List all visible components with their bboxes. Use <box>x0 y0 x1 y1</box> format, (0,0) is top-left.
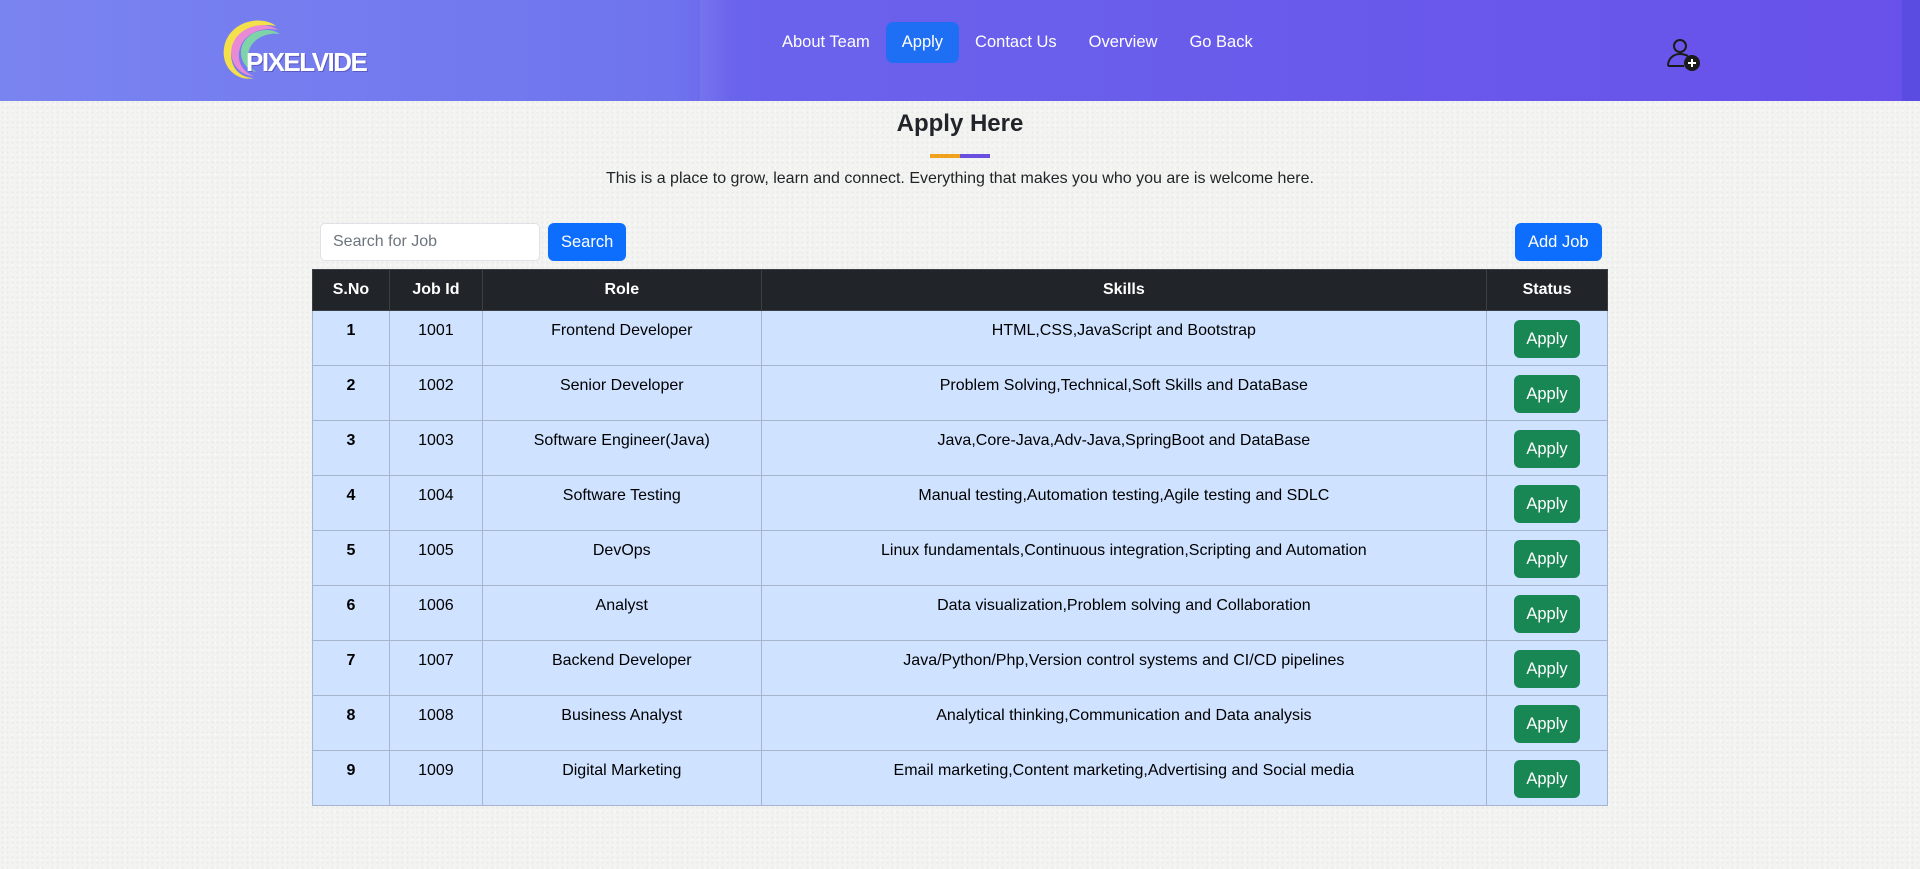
user-add-icon[interactable] <box>1666 36 1702 72</box>
table-row: 5 1005 DevOps Linux fundamentals,Continu… <box>312 530 1608 586</box>
nav-overview[interactable]: Overview <box>1073 22 1174 63</box>
cell-sno: 8 <box>312 695 390 751</box>
underline-orange <box>930 154 960 158</box>
cell-job-id: 1002 <box>388 365 483 421</box>
cell-role: Software Engineer(Java) <box>481 420 762 476</box>
search-input[interactable] <box>320 223 540 261</box>
apply-button[interactable]: Apply <box>1514 705 1580 743</box>
cell-job-id: 1005 <box>388 530 483 586</box>
apply-button[interactable]: Apply <box>1514 540 1580 578</box>
cell-role: DevOps <box>481 530 762 586</box>
cell-role: Digital Marketing <box>481 750 762 806</box>
nav-apply[interactable]: Apply <box>885 22 960 63</box>
brand-logo[interactable]: PIXELVIDE <box>220 16 370 86</box>
navbar: PIXELVIDE About Team Apply Contact Us Ov… <box>0 0 1920 101</box>
apply-button[interactable]: Apply <box>1514 375 1580 413</box>
nav-about-team[interactable]: About Team <box>766 22 886 63</box>
add-job-button[interactable]: Add Job <box>1515 223 1602 261</box>
apply-button[interactable]: Apply <box>1514 430 1580 468</box>
table-row: 8 1008 Business Analyst Analytical think… <box>312 695 1608 751</box>
cell-skills: Problem Solving,Technical,Soft Skills an… <box>760 365 1488 421</box>
table-row: 9 1009 Digital Marketing Email marketing… <box>312 750 1608 806</box>
apply-button[interactable]: Apply <box>1514 760 1580 798</box>
cell-sno: 5 <box>312 530 390 586</box>
column-header-job-id: Job Id <box>388 269 483 311</box>
table-row: 2 1002 Senior Developer Problem Solving,… <box>312 365 1608 421</box>
brand-name: PIXELVIDE <box>246 47 368 77</box>
table-row: 6 1006 Analyst Data visualization,Proble… <box>312 585 1608 641</box>
cell-job-id: 1006 <box>388 585 483 641</box>
cell-role: Software Testing <box>481 475 762 531</box>
nav-go-back[interactable]: Go Back <box>1173 22 1268 63</box>
cell-job-id: 1003 <box>388 420 483 476</box>
page-subtitle: This is a place to grow, learn and conne… <box>606 170 1314 187</box>
cell-status: Apply <box>1486 695 1608 751</box>
cell-status: Apply <box>1486 310 1608 366</box>
apply-button[interactable]: Apply <box>1514 595 1580 633</box>
cell-skills: Analytical thinking,Communication and Da… <box>760 695 1488 751</box>
cell-sno: 4 <box>312 475 390 531</box>
cell-job-id: 1007 <box>388 640 483 696</box>
table-row: 3 1003 Software Engineer(Java) Java,Core… <box>312 420 1608 476</box>
apply-button[interactable]: Apply <box>1514 650 1580 688</box>
cell-skills: Data visualization,Problem solving and C… <box>760 585 1488 641</box>
cell-skills: Java,Core-Java,Adv-Java,SpringBoot and D… <box>760 420 1488 476</box>
apply-button[interactable]: Apply <box>1514 485 1580 523</box>
cell-skills: Java/Python/Php,Version control systems … <box>760 640 1488 696</box>
cell-status: Apply <box>1486 530 1608 586</box>
cell-job-id: 1001 <box>388 310 483 366</box>
search-button[interactable]: Search <box>548 223 627 261</box>
cell-status: Apply <box>1486 640 1608 696</box>
cell-job-id: 1008 <box>388 695 483 751</box>
column-header-sno: S.No <box>312 269 390 311</box>
cell-sno: 9 <box>312 750 390 806</box>
table-row: 4 1004 Software Testing Manual testing,A… <box>312 475 1608 531</box>
cell-sno: 7 <box>312 640 390 696</box>
page-title: Apply Here <box>896 110 1024 137</box>
table-row: 7 1007 Backend Developer Java/Python/Php… <box>312 640 1608 696</box>
cell-role: Senior Developer <box>481 365 762 421</box>
nav-contact-us[interactable]: Contact Us <box>959 22 1073 63</box>
cell-status: Apply <box>1486 585 1608 641</box>
cell-skills: Manual testing,Automation testing,Agile … <box>760 475 1488 531</box>
cell-role: Backend Developer <box>481 640 762 696</box>
nav-links: About Team Apply Contact Us Overview Go … <box>766 22 1269 63</box>
cell-job-id: 1004 <box>388 475 483 531</box>
cell-sno: 3 <box>312 420 390 476</box>
column-header-skills: Skills <box>760 269 1488 311</box>
column-header-role: Role <box>481 269 762 311</box>
table-header-row: S.No Job Id Role Skills Status <box>312 269 1608 311</box>
cell-role: Business Analyst <box>481 695 762 751</box>
cell-status: Apply <box>1486 750 1608 806</box>
cell-skills: Email marketing,Content marketing,Advert… <box>760 750 1488 806</box>
cell-role: Frontend Developer <box>481 310 762 366</box>
column-header-status: Status <box>1486 269 1608 311</box>
cell-skills: HTML,CSS,JavaScript and Bootstrap <box>760 310 1488 366</box>
cell-job-id: 1009 <box>388 750 483 806</box>
cell-sno: 2 <box>312 365 390 421</box>
cell-role: Analyst <box>481 585 762 641</box>
title-underline <box>930 154 990 158</box>
cell-skills: Linux fundamentals,Continuous integratio… <box>760 530 1488 586</box>
apply-button[interactable]: Apply <box>1514 320 1580 358</box>
underline-purple <box>960 154 990 158</box>
table-row: 1 1001 Frontend Developer HTML,CSS,JavaS… <box>312 310 1608 366</box>
cell-status: Apply <box>1486 420 1608 476</box>
cell-sno: 6 <box>312 585 390 641</box>
cell-status: Apply <box>1486 365 1608 421</box>
jobs-table: S.No Job Id Role Skills Status 1 1001 Fr… <box>312 269 1608 806</box>
cell-status: Apply <box>1486 475 1608 531</box>
cell-sno: 1 <box>312 310 390 366</box>
